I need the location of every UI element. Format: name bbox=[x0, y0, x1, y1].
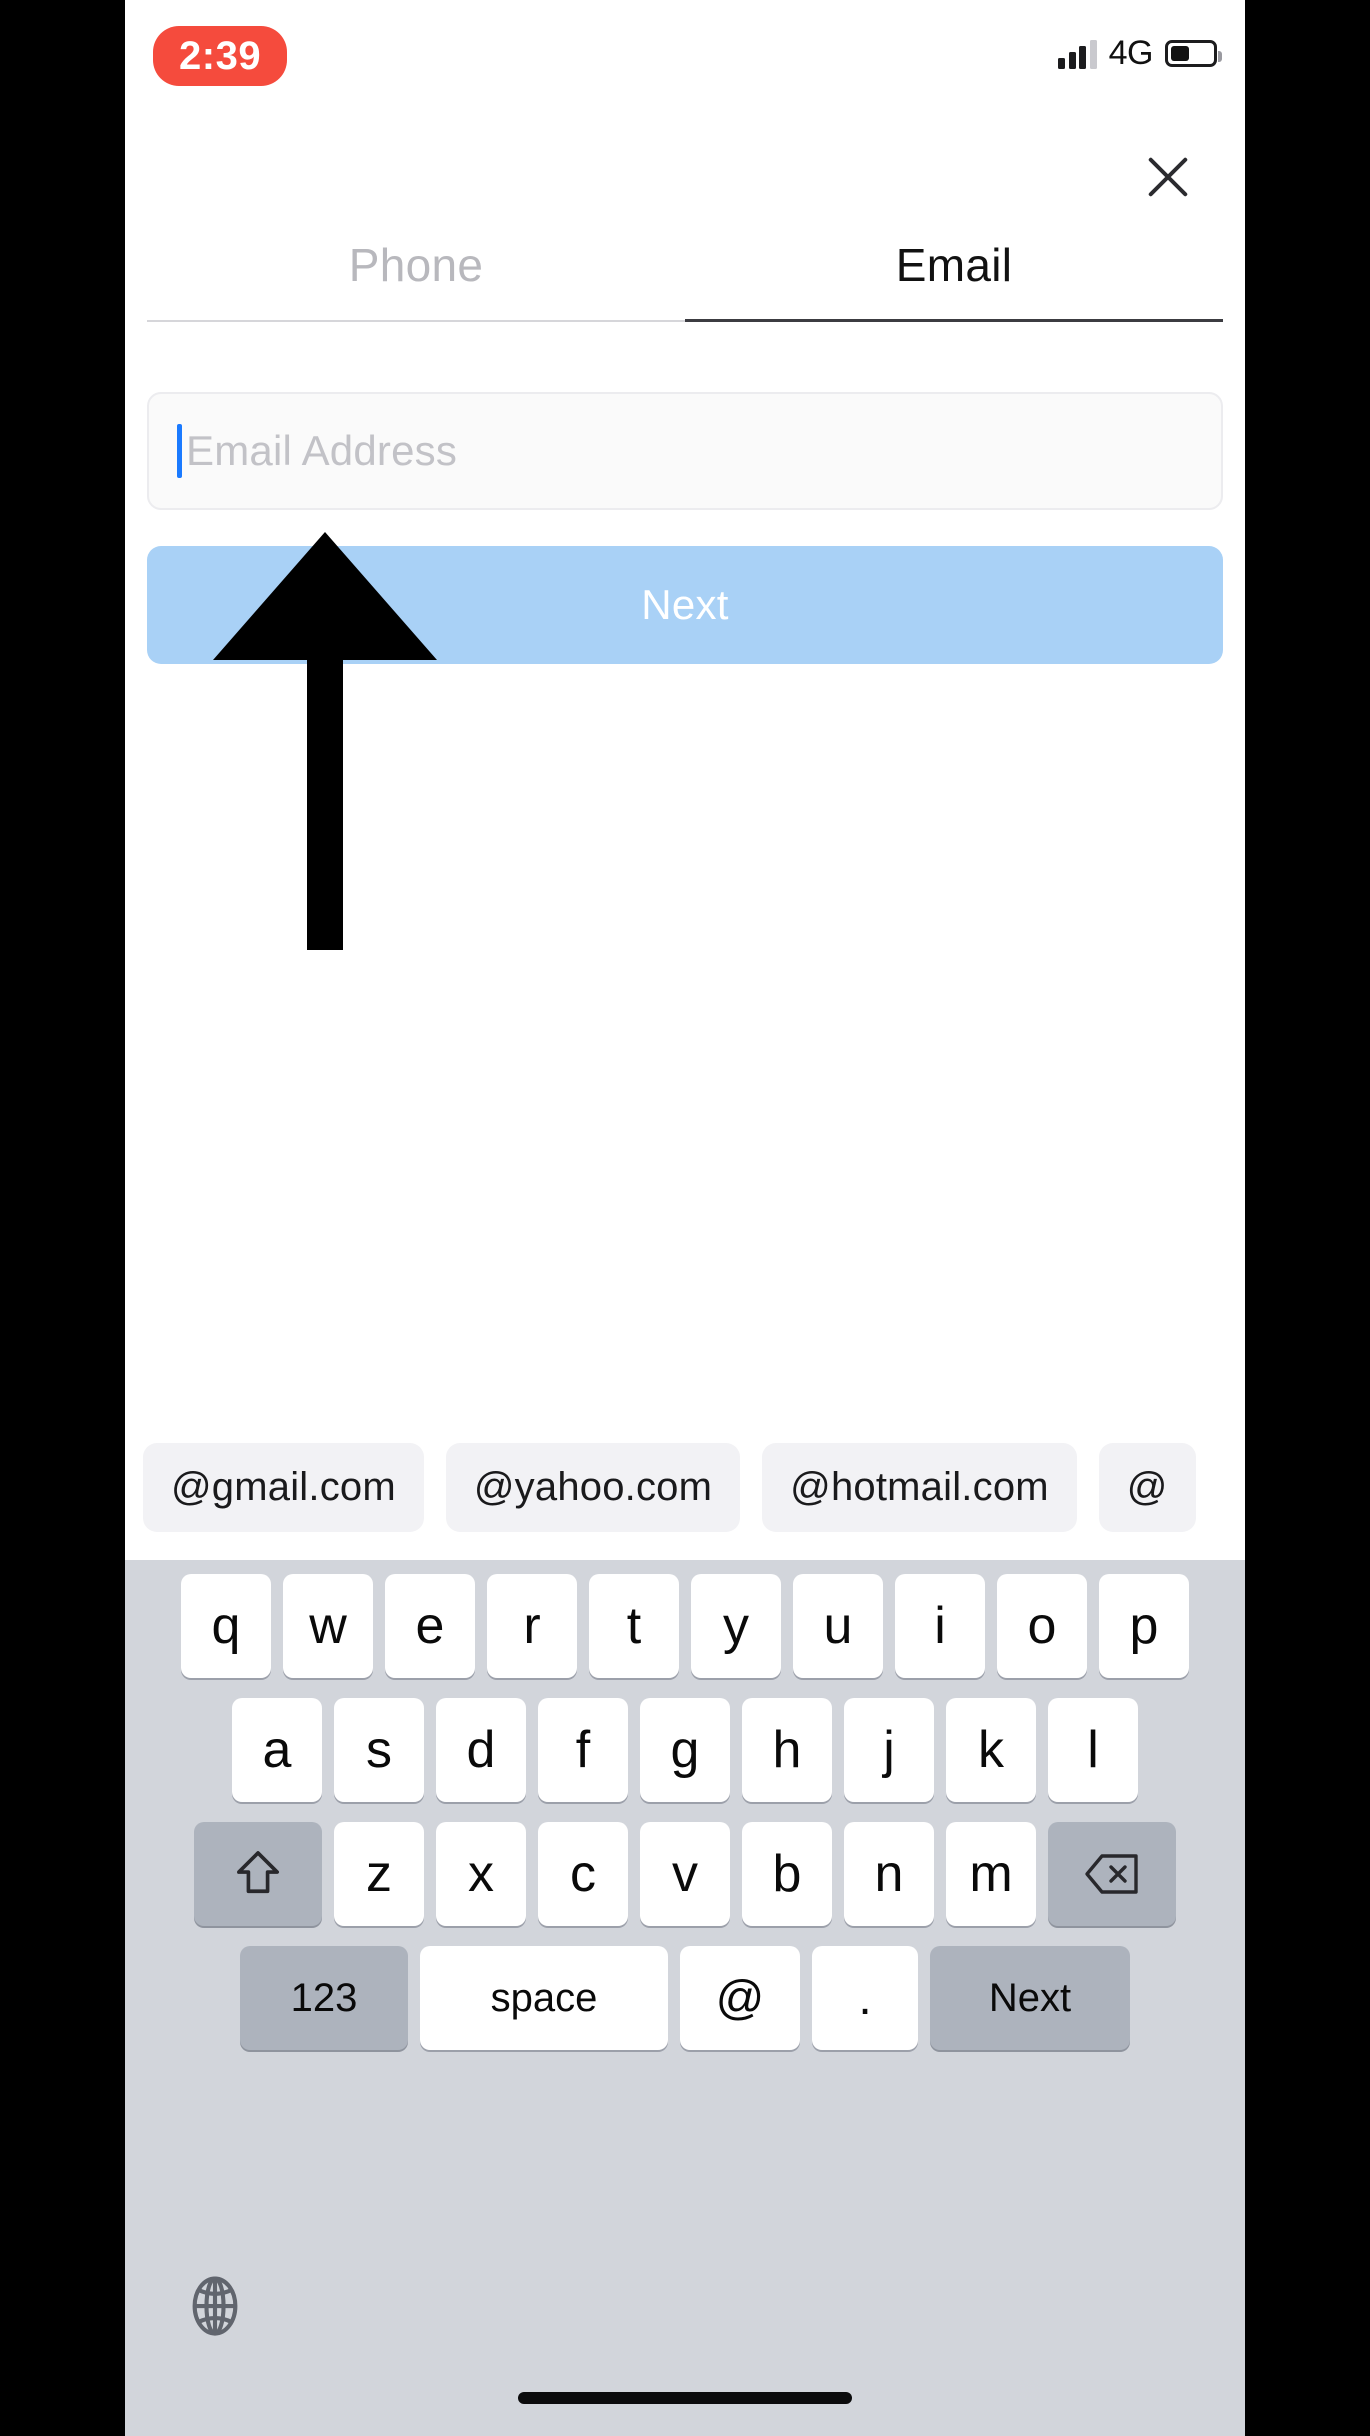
suggestion-chip[interactable]: @ bbox=[1098, 1442, 1196, 1532]
key-u[interactable]: u bbox=[793, 1574, 883, 1678]
key-y[interactable]: y bbox=[691, 1574, 781, 1678]
globe-key[interactable] bbox=[173, 2264, 257, 2348]
status-bar: 2:39 4G bbox=[125, 0, 1245, 100]
suggestion-chip[interactable]: @gmail.com bbox=[143, 1442, 424, 1532]
screenshot-root: 2:39 4G Phone Email Email Address Next @… bbox=[0, 0, 1370, 2436]
email-input-field[interactable]: Email Address bbox=[147, 392, 1223, 510]
email-domain-suggestions: @gmail.com @yahoo.com @hotmail.com @ bbox=[125, 1414, 1245, 1560]
numbers-key[interactable]: 123 bbox=[240, 1946, 408, 2050]
keyboard-bottom-bar bbox=[125, 2246, 1245, 2436]
key-z[interactable]: z bbox=[334, 1822, 424, 1926]
shift-key[interactable] bbox=[194, 1822, 322, 1926]
keyboard-row-2: a s d f g h j k l bbox=[125, 1698, 1245, 1802]
key-b[interactable]: b bbox=[742, 1822, 832, 1926]
backspace-icon bbox=[1085, 1854, 1138, 1894]
next-button-label: Next bbox=[641, 581, 729, 628]
backspace-key[interactable] bbox=[1048, 1822, 1176, 1926]
tab-phone[interactable]: Phone bbox=[147, 238, 685, 322]
key-v[interactable]: v bbox=[640, 1822, 730, 1926]
key-n[interactable]: n bbox=[844, 1822, 934, 1926]
key-m[interactable]: m bbox=[946, 1822, 1036, 1926]
tab-phone-label: Phone bbox=[348, 239, 484, 291]
key-d[interactable]: d bbox=[436, 1698, 526, 1802]
key-l[interactable]: l bbox=[1048, 1698, 1138, 1802]
key-i[interactable]: i bbox=[895, 1574, 985, 1678]
space-key[interactable]: space bbox=[420, 1946, 668, 2050]
at-key[interactable]: @ bbox=[680, 1946, 800, 2050]
recording-time-pill: 2:39 bbox=[153, 26, 288, 86]
home-indicator[interactable] bbox=[518, 2392, 852, 2404]
on-screen-keyboard: q w e r t y u i o p a s d f g h j k l z … bbox=[125, 1560, 1245, 2436]
key-h[interactable]: h bbox=[742, 1698, 832, 1802]
close-button[interactable] bbox=[1129, 138, 1207, 216]
close-icon bbox=[1148, 157, 1188, 197]
phone-viewport: 2:39 4G Phone Email Email Address Next @… bbox=[125, 0, 1245, 2436]
key-s[interactable]: s bbox=[334, 1698, 424, 1802]
key-t[interactable]: t bbox=[589, 1574, 679, 1678]
return-next-key[interactable]: Next bbox=[930, 1946, 1130, 2050]
signal-bars-icon bbox=[1058, 39, 1097, 69]
key-w[interactable]: w bbox=[283, 1574, 373, 1678]
globe-icon bbox=[192, 2276, 238, 2336]
tab-email-label: Email bbox=[895, 239, 1013, 291]
tab-email[interactable]: Email bbox=[685, 238, 1223, 322]
keyboard-row-4: 123 space @ . Next bbox=[125, 1946, 1245, 2050]
key-g[interactable]: g bbox=[640, 1698, 730, 1802]
key-k[interactable]: k bbox=[946, 1698, 1036, 1802]
battery-icon bbox=[1165, 40, 1222, 67]
key-c[interactable]: c bbox=[538, 1822, 628, 1926]
key-r[interactable]: r bbox=[487, 1574, 577, 1678]
shift-arrow-icon bbox=[237, 1851, 279, 1894]
key-o[interactable]: o bbox=[997, 1574, 1087, 1678]
keyboard-row-1: q w e r t y u i o p bbox=[125, 1574, 1245, 1678]
keyboard-row-3: z x c v b n m bbox=[125, 1822, 1245, 1926]
text-caret bbox=[177, 424, 182, 478]
key-j[interactable]: j bbox=[844, 1698, 934, 1802]
status-bar-right: 4G bbox=[1058, 34, 1222, 73]
key-x[interactable]: x bbox=[436, 1822, 526, 1926]
key-f[interactable]: f bbox=[538, 1698, 628, 1802]
key-a[interactable]: a bbox=[232, 1698, 322, 1802]
key-q[interactable]: q bbox=[181, 1574, 271, 1678]
network-type-label: 4G bbox=[1108, 34, 1154, 72]
period-key[interactable]: . bbox=[812, 1946, 918, 2050]
suggestion-chip[interactable]: @yahoo.com bbox=[445, 1442, 741, 1532]
next-button[interactable]: Next bbox=[147, 546, 1223, 664]
key-p[interactable]: p bbox=[1099, 1574, 1189, 1678]
suggestion-chip[interactable]: @hotmail.com bbox=[762, 1442, 1077, 1532]
auth-method-tabs: Phone Email bbox=[147, 238, 1223, 322]
key-e[interactable]: e bbox=[385, 1574, 475, 1678]
status-time: 2:39 bbox=[179, 34, 262, 78]
email-input-placeholder: Email Address bbox=[186, 427, 458, 474]
